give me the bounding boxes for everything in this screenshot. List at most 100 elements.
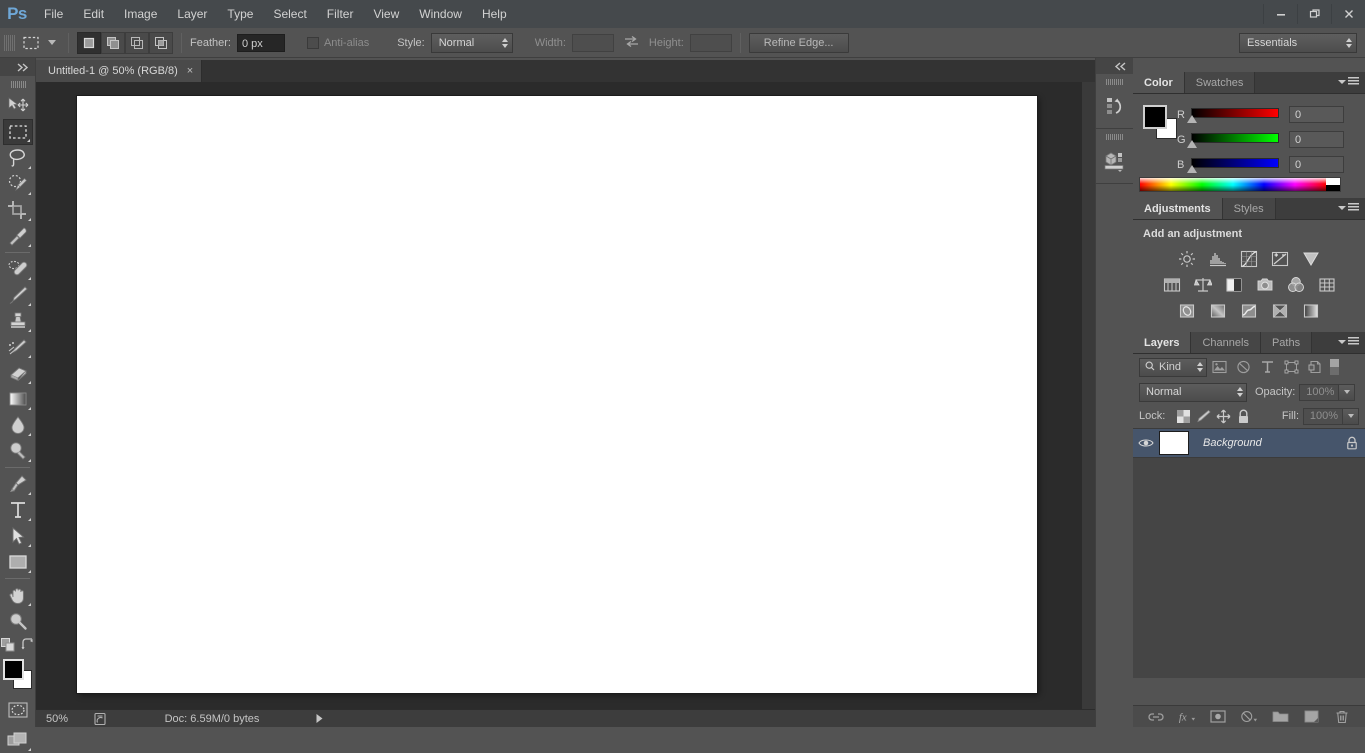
- opacity-dropdown-icon[interactable]: [1339, 383, 1356, 401]
- color-ramp-spectrum[interactable]: [1140, 178, 1326, 191]
- expand-toolbar-icon[interactable]: [0, 58, 35, 76]
- menu-edit[interactable]: Edit: [73, 0, 114, 28]
- channel-value-b[interactable]: 0: [1289, 156, 1344, 173]
- style-select[interactable]: Normal: [430, 32, 513, 53]
- options-bar-grip[interactable]: [4, 34, 15, 51]
- layer-filter-kind-select[interactable]: Kind: [1139, 357, 1207, 377]
- link-layers-icon[interactable]: [1147, 708, 1165, 726]
- clone-stamp-tool[interactable]: [3, 308, 33, 334]
- canvas-area[interactable]: [36, 82, 1095, 709]
- eraser-tool[interactable]: [3, 360, 33, 386]
- menu-filter[interactable]: Filter: [317, 0, 364, 28]
- add-to-selection-button[interactable]: [101, 31, 125, 54]
- filter-adjustment-icon[interactable]: [1231, 356, 1255, 378]
- workspace-select[interactable]: Essentials: [1239, 33, 1357, 53]
- panel-menu-icon[interactable]: [1338, 203, 1359, 212]
- new-layer-icon[interactable]: [1302, 708, 1320, 726]
- swap-colors-icon[interactable]: [21, 638, 35, 655]
- mini-bridge-panel-icon[interactable]: [1096, 144, 1133, 178]
- layer-list[interactable]: Background: [1133, 428, 1365, 678]
- crop-tool[interactable]: [3, 197, 33, 223]
- status-expand-icon[interactable]: [312, 713, 326, 724]
- invert-icon[interactable]: [1177, 301, 1197, 321]
- gradient-map-icon[interactable]: [1270, 301, 1290, 321]
- panel-menu-icon[interactable]: [1338, 77, 1359, 86]
- lock-image-pixels-icon[interactable]: [1193, 406, 1213, 426]
- quick-mask-icon[interactable]: [3, 697, 33, 723]
- channel-slider-g[interactable]: [1187, 131, 1279, 149]
- collapse-panels-icon[interactable]: [1096, 58, 1133, 74]
- curves-icon[interactable]: [1239, 249, 1259, 269]
- feather-input[interactable]: 0 px: [236, 33, 285, 52]
- threshold-icon[interactable]: [1239, 301, 1259, 321]
- layer-style-fx-icon[interactable]: fx: [1178, 708, 1196, 726]
- tab-styles[interactable]: Styles: [1222, 198, 1276, 219]
- foreground-color-swatch[interactable]: [2, 659, 24, 680]
- channel-value-g[interactable]: 0: [1289, 131, 1344, 148]
- panel-menu-icon[interactable]: [1338, 337, 1359, 346]
- filter-type-icon[interactable]: [1255, 356, 1279, 378]
- history-panel-icon[interactable]: [1096, 89, 1133, 123]
- tab-adjustments[interactable]: Adjustments: [1133, 198, 1223, 219]
- menu-type[interactable]: Type: [217, 0, 263, 28]
- anti-alias-checkbox[interactable]: [306, 36, 319, 49]
- channel-mixer-icon[interactable]: [1286, 275, 1306, 295]
- pen-tool[interactable]: [3, 471, 33, 497]
- move-tool[interactable]: [3, 93, 33, 119]
- canvas-vertical-scrollbar[interactable]: [1081, 82, 1095, 709]
- tab-channels[interactable]: Channels: [1191, 332, 1261, 353]
- swap-dimensions-icon[interactable]: [624, 35, 639, 51]
- channel-slider-b[interactable]: [1187, 156, 1279, 174]
- lock-position-icon[interactable]: [1213, 406, 1233, 426]
- width-input[interactable]: [571, 33, 614, 52]
- height-input[interactable]: [689, 33, 732, 52]
- fill-value[interactable]: 100%: [1303, 407, 1343, 425]
- table-row[interactable]: Background: [1133, 428, 1365, 458]
- color-panel-foreground-swatch[interactable]: [1143, 105, 1167, 129]
- selective-color-icon[interactable]: [1301, 301, 1321, 321]
- close-button[interactable]: [1331, 4, 1365, 24]
- close-icon[interactable]: ×: [187, 65, 193, 77]
- filter-smart-object-icon[interactable]: [1303, 356, 1327, 378]
- lasso-tool[interactable]: [3, 145, 33, 171]
- hand-tool[interactable]: [3, 582, 33, 608]
- delete-layer-icon[interactable]: [1333, 708, 1351, 726]
- default-colors-icon[interactable]: [0, 638, 15, 655]
- filter-toggle-icon[interactable]: [1327, 356, 1341, 378]
- color-ramp-white-black[interactable]: [1326, 178, 1340, 191]
- path-selection-tool[interactable]: [3, 523, 33, 549]
- gradient-tool[interactable]: [3, 386, 33, 412]
- minimize-button[interactable]: [1263, 4, 1297, 24]
- layer-thumbnail[interactable]: [1159, 431, 1189, 455]
- menu-window[interactable]: Window: [409, 0, 472, 28]
- tools-panel-grip[interactable]: [9, 78, 26, 90]
- subtract-from-selection-button[interactable]: [125, 31, 149, 54]
- quick-selection-tool[interactable]: [3, 171, 33, 197]
- new-selection-button[interactable]: [77, 31, 101, 54]
- menu-view[interactable]: View: [363, 0, 409, 28]
- color-lookup-icon[interactable]: [1317, 275, 1337, 295]
- new-fill-adjustment-layer-icon[interactable]: [1240, 708, 1258, 726]
- blur-tool[interactable]: [3, 412, 33, 438]
- opacity-value[interactable]: 100%: [1299, 383, 1340, 401]
- menu-select[interactable]: Select: [263, 0, 316, 28]
- zoom-level-field[interactable]: 50%: [36, 710, 88, 728]
- blend-mode-select[interactable]: Normal: [1139, 382, 1247, 402]
- zoom-tool[interactable]: [3, 608, 33, 634]
- intersect-with-selection-button[interactable]: [149, 31, 173, 54]
- channel-thumb-g[interactable]: [1187, 139, 1197, 148]
- screen-mode-icon[interactable]: [3, 727, 33, 753]
- brightness-contrast-icon[interactable]: [1177, 249, 1197, 269]
- color-balance-icon[interactable]: [1193, 275, 1213, 295]
- menu-image[interactable]: Image: [114, 0, 167, 28]
- lock-transparent-pixels-icon[interactable]: [1173, 406, 1193, 426]
- eyedropper-tool[interactable]: [3, 223, 33, 249]
- tab-swatches[interactable]: Swatches: [1184, 72, 1256, 93]
- menu-file[interactable]: File: [34, 0, 73, 28]
- black-white-icon[interactable]: [1224, 275, 1244, 295]
- filter-pixel-icon[interactable]: [1207, 356, 1231, 378]
- hue-saturation-icon[interactable]: [1162, 275, 1182, 295]
- posterize-icon[interactable]: [1208, 301, 1228, 321]
- lock-all-icon[interactable]: [1233, 406, 1253, 426]
- photo-filter-icon[interactable]: [1255, 275, 1275, 295]
